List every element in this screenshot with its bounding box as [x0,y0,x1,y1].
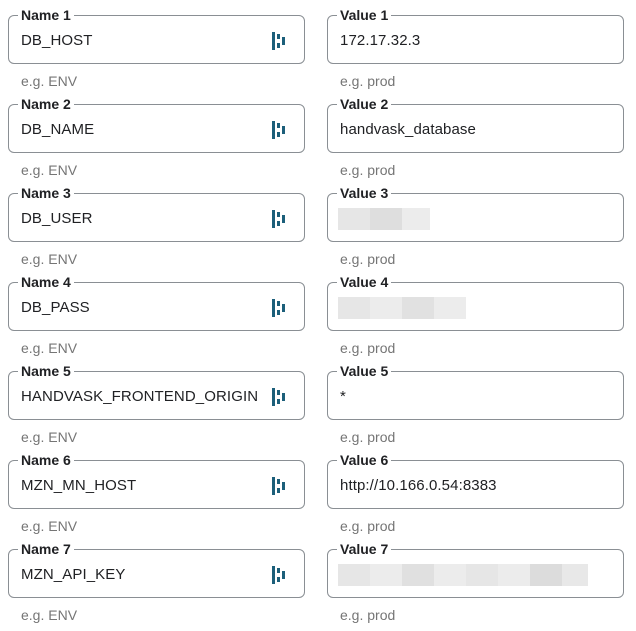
env-var-row: Name 2 DB_NAME Value 2 handvask_database… [0,89,636,178]
name-helper-text: e.g. ENV [21,340,78,356]
value-field[interactable]: Value 6 http://10.166.0.54:8383 [327,451,624,509]
name-field[interactable]: Name 1 DB_HOST [8,6,305,64]
value-field[interactable]: Value 3 [327,184,624,242]
name-field-value[interactable]: MZN_API_KEY [21,565,125,585]
value-helper-text: e.g. prod [340,607,396,623]
name-field[interactable]: Name 2 DB_NAME [8,95,305,153]
env-var-row: Name 1 DB_HOST Value 1 172.17.32.3 e.g. … [0,0,636,89]
name-field-value[interactable]: DB_PASS [21,298,90,318]
redacted-value [338,208,430,230]
value-field-label: Value 3 [337,184,392,202]
value-helper-text: e.g. prod [340,251,396,267]
variable-key-icon[interactable] [271,120,289,140]
name-helper-text: e.g. ENV [21,518,78,534]
name-field-label: Name 3 [18,184,74,202]
name-field-value[interactable]: HANDVASK_FRONTEND_ORIGIN [21,387,258,407]
name-field-label: Name 7 [18,540,74,558]
variable-key-icon[interactable] [271,387,289,407]
name-helper-text: e.g. ENV [21,607,78,623]
name-field[interactable]: Name 7 MZN_API_KEY [8,540,305,598]
value-helper-text: e.g. prod [340,340,396,356]
redacted-value [338,564,588,586]
value-field-label: Value 7 [337,540,392,558]
variable-key-icon[interactable] [271,476,289,496]
name-field-label: Name 5 [18,362,74,380]
value-field-label: Value 1 [337,6,392,24]
name-field-label: Name 1 [18,6,74,24]
name-field-value[interactable]: DB_USER [21,209,93,229]
variable-key-icon[interactable] [271,298,289,318]
name-helper-text: e.g. ENV [21,73,78,89]
name-helper-text: e.g. ENV [21,429,78,445]
value-field-value[interactable]: * [340,387,346,407]
env-var-row: Name 7 MZN_API_KEY Value 7 e.g. ENV e.g.… [0,534,636,623]
name-field-value[interactable]: DB_HOST [21,31,93,51]
value-field[interactable]: Value 1 172.17.32.3 [327,6,624,64]
name-field-label: Name 4 [18,273,74,291]
env-var-row: Name 4 DB_PASS Value 4 e.g. ENV e.g. pro… [0,267,636,356]
value-field-label: Value 5 [337,362,392,380]
name-field[interactable]: Name 5 HANDVASK_FRONTEND_ORIGIN [8,362,305,420]
name-field-value[interactable]: DB_NAME [21,120,94,140]
value-field-label: Value 4 [337,273,392,291]
value-helper-text: e.g. prod [340,73,396,89]
redacted-value [338,297,466,319]
value-helper-text: e.g. prod [340,429,396,445]
env-var-row: Name 3 DB_USER Value 3 e.g. ENV e.g. pro… [0,178,636,267]
name-field[interactable]: Name 6 MZN_MN_HOST [8,451,305,509]
name-helper-text: e.g. ENV [21,162,78,178]
value-helper-text: e.g. prod [340,518,396,534]
value-field-value[interactable]: 172.17.32.3 [340,31,420,51]
value-field[interactable]: Value 7 [327,540,624,598]
name-field-label: Name 2 [18,95,74,113]
value-field-label: Value 6 [337,451,392,469]
name-field[interactable]: Name 4 DB_PASS [8,273,305,331]
variable-key-icon[interactable] [271,31,289,51]
name-field-label: Name 6 [18,451,74,469]
variable-key-icon[interactable] [271,209,289,229]
value-field[interactable]: Value 5 * [327,362,624,420]
env-var-row: Name 5 HANDVASK_FRONTEND_ORIGIN Value 5 … [0,356,636,445]
name-helper-text: e.g. ENV [21,251,78,267]
name-field-value[interactable]: MZN_MN_HOST [21,476,136,496]
value-field[interactable]: Value 4 [327,273,624,331]
value-helper-text: e.g. prod [340,162,396,178]
name-field[interactable]: Name 3 DB_USER [8,184,305,242]
value-field[interactable]: Value 2 handvask_database [327,95,624,153]
variable-key-icon[interactable] [271,565,289,585]
value-field-label: Value 2 [337,95,392,113]
env-var-row: Name 6 MZN_MN_HOST Value 6 http://10.166… [0,445,636,534]
value-field-value[interactable]: handvask_database [340,120,476,140]
value-field-value[interactable]: http://10.166.0.54:8383 [340,476,497,496]
